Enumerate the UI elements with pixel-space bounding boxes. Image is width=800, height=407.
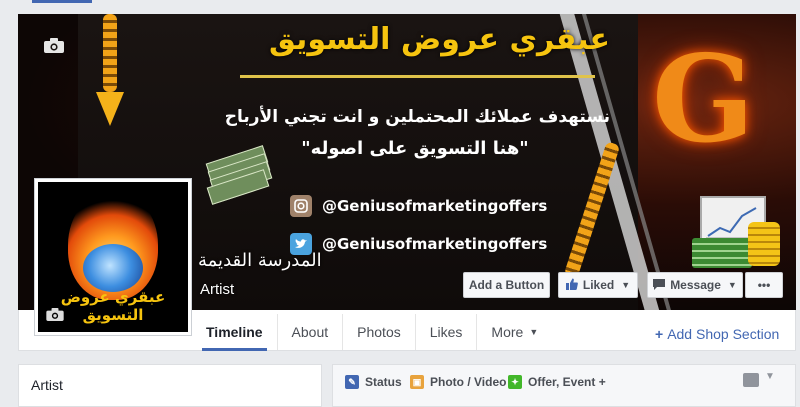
- tab-more[interactable]: More ▼: [477, 314, 552, 350]
- tab-timeline[interactable]: Timeline: [192, 314, 278, 351]
- sidebar-category-card: Artist: [18, 364, 322, 407]
- liked-button[interactable]: Liked ▼: [558, 272, 638, 298]
- tab-label: About: [291, 324, 329, 340]
- instagram-icon: [290, 195, 312, 217]
- page-name[interactable]: المدرسة القديمة: [198, 250, 322, 271]
- liked-button-label: Liked: [582, 278, 615, 292]
- plus-icon: +: [655, 326, 664, 342]
- page-category: Artist: [200, 281, 235, 298]
- chevron-down-icon: ▼: [621, 280, 631, 290]
- cover-headline: عبقري عروض التسويق: [269, 22, 610, 57]
- tab-label: Photos: [357, 324, 401, 340]
- add-shop-label: Add Shop Section: [667, 326, 780, 342]
- add-a-button[interactable]: Add a Button: [463, 272, 550, 298]
- camera-icon[interactable]: [44, 38, 64, 53]
- thumbs-up-icon: [565, 278, 578, 293]
- photo-icon: ▣: [410, 375, 424, 389]
- composer-status-label: Status: [365, 375, 402, 389]
- more-options-button[interactable]: •••: [745, 272, 783, 298]
- sidebar-category-label: Artist: [31, 377, 63, 393]
- more-options-icon: •••: [757, 278, 771, 292]
- composer-status-tab[interactable]: ✎ Status: [345, 373, 402, 391]
- gold-pendant-left: [96, 92, 124, 126]
- add-a-button-label: Add a Button: [468, 278, 545, 292]
- chevron-down-icon[interactable]: ▼: [765, 371, 775, 382]
- gold-chain-left: [103, 14, 117, 92]
- profile-camera-icon[interactable]: [46, 308, 64, 322]
- tab-label: Likes: [429, 324, 463, 340]
- top-tab-indicator: [32, 0, 92, 3]
- tab-likes[interactable]: Likes: [416, 314, 478, 350]
- cover-subline: نستهدف عملائك المحتملين و انت تجني الأرب…: [224, 107, 610, 127]
- tab-label: Timeline: [206, 324, 263, 340]
- twitter-row: @Geniusofmarketingoffers: [290, 232, 547, 256]
- coin-stack-icon: [748, 222, 780, 266]
- cash-stack-icon: [692, 238, 752, 268]
- post-composer: ✎ Status ▣ Photo / Video ✦ Offer, Event …: [332, 364, 796, 407]
- composer-photo-tab[interactable]: ▣ Photo / Video: [410, 373, 506, 391]
- flag-icon[interactable]: [743, 373, 759, 387]
- tab-about[interactable]: About: [278, 314, 344, 350]
- composer-photo-label: Photo / Video: [430, 375, 507, 389]
- composer-offer-tab[interactable]: ✦ Offer, Event +: [508, 373, 606, 391]
- instagram-handle: @Geniusofmarketingoffers: [322, 197, 548, 215]
- add-shop-section-link[interactable]: + Add Shop Section: [655, 326, 779, 342]
- flaming-g-logo: G: [652, 29, 755, 170]
- top-strip: [0, 0, 800, 6]
- instagram-row: @Geniusofmarketingoffers: [290, 194, 547, 218]
- message-button[interactable]: Message ▼: [647, 272, 743, 298]
- message-icon: [653, 278, 666, 293]
- profile-tabs: Timeline About Photos Likes More ▼: [192, 314, 552, 351]
- profile-picture[interactable]: عبقري عروض التسويق: [34, 178, 192, 336]
- pencil-icon: ✎: [345, 375, 359, 389]
- composer-offer-label: Offer, Event +: [528, 375, 606, 389]
- money-stack-icon: [205, 145, 273, 205]
- chevron-down-icon: ▼: [727, 280, 737, 290]
- offer-icon: ✦: [508, 375, 522, 389]
- cover-slogan: "هنا التسويق على اصوله": [301, 138, 529, 159]
- headline-underline: [240, 75, 595, 78]
- twitter-handle: @Geniusofmarketingoffers: [322, 235, 548, 253]
- profile-picture-image: عبقري عروض التسويق: [38, 182, 188, 332]
- brain-graphic: [83, 244, 143, 292]
- tab-label: More: [491, 324, 524, 340]
- message-button-label: Message: [670, 278, 721, 292]
- tab-photos[interactable]: Photos: [343, 314, 416, 350]
- chevron-down-icon: ▼: [529, 327, 539, 337]
